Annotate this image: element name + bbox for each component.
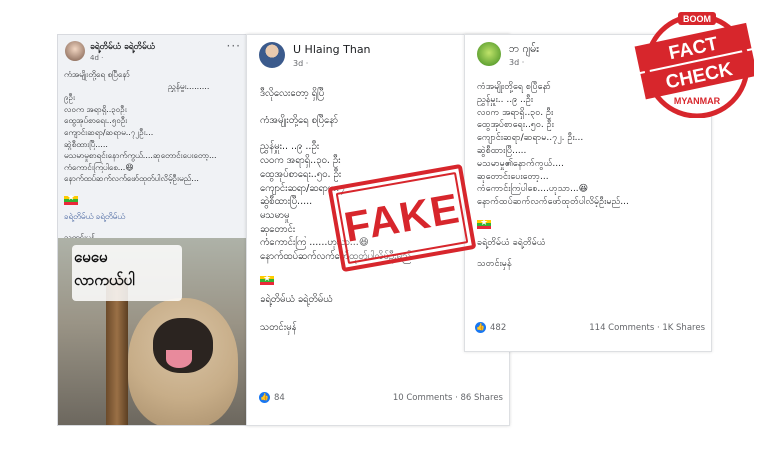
badge-myanmar-text: MYANMAR <box>674 96 721 106</box>
post-footer-text: သတင်းမှန် <box>477 258 512 269</box>
like-count[interactable]: 84 <box>274 393 285 403</box>
post-line: ကျောင်းဆရာ/ဆရာမ..၇၂ဦး... <box>64 127 154 137</box>
post-line: ကျောင်းဆရာ/ဆရာမ..၇၂. ဦး... <box>477 133 584 144</box>
like-icon[interactable]: 👍 <box>475 322 486 333</box>
post-line: ထွေအုပ်စာရေး..၅၀ဦး <box>64 116 128 126</box>
fake-stamp-text: FAKE <box>340 184 464 251</box>
post-line: နောက်ထပ်ဆက်လက်ဖော်ထုတ်ပါလိမ့်ဦးမည်... <box>477 197 629 208</box>
facebook-post-left: ခရဲ့တိမ်ယံ ခရဲ့တိမ်ယံ 4d · ··· ကံအမျိုးတ… <box>57 34 248 426</box>
post-time[interactable]: 3d · <box>293 59 308 68</box>
post-line: ညွှန်မှူး......... <box>168 81 210 91</box>
post-line: မသမာမှုစာရင်းနောက်ကွယ်....ဆုတောင်းပေးတော… <box>64 151 217 161</box>
comments-shares[interactable]: 10 Comments · 86 Shares <box>393 393 503 403</box>
meme-photo[interactable]: မေမေ လာကယ်ပါ <box>58 238 247 425</box>
post-line: ကံအမျိုးတို့ရေ စပြီနော် <box>64 70 130 79</box>
post-line: ၉ဦး <box>64 93 75 103</box>
badge-boom-text: BOOM <box>683 14 711 24</box>
pug-tongue-shape <box>166 350 192 368</box>
post-stats: 👍 482 114 Comments · 1K Shares <box>475 322 705 333</box>
post-line: နောက်ထပ်ဆက်လက်ဖော်ထုတ်ပါလိမ့်ဦးမည်... <box>64 174 199 184</box>
author-name[interactable]: ခရဲ့တိမ်ယံ ခရဲ့တိမ်ယံ <box>90 42 155 54</box>
post-line: မသမာမှု၏နောက်ကွယ်.... <box>477 158 564 169</box>
flag-icon <box>58 195 247 207</box>
author-avatar[interactable] <box>259 42 285 68</box>
post-signature[interactable]: ခရဲ့တိမ်ယံ ခရဲ့တိမ်ယံ <box>465 237 711 250</box>
author-avatar[interactable] <box>477 42 501 66</box>
post-stats: 👍 84 10 Comments · 86 Shares <box>259 392 503 403</box>
comments-shares[interactable]: 114 Comments · 1K Shares <box>589 323 705 333</box>
post-body: ကံအမျိုးတို့ရေ စပြီနော် ညွှန်မှူး.......… <box>58 69 247 244</box>
more-options-icon[interactable]: ··· <box>227 39 241 53</box>
post-line: ကံကောင်းကြပါစေ...😆 <box>64 162 134 172</box>
post-line: ဆုတောင်းပေးတော့... <box>477 171 549 182</box>
flag-icon <box>465 219 711 232</box>
post-line: ထွေအုပ်စာရေး..၅၀. ဦး <box>477 120 554 131</box>
meme-caption-line2: လာကယ်ပါ <box>74 271 135 289</box>
boom-fact-check-badge: BOOM FACT CHECK MYANMAR <box>634 12 754 118</box>
like-icon[interactable]: 👍 <box>259 392 270 403</box>
post-signature[interactable]: ခရဲ့တိမ်ယံ ခရဲ့တိမ်ယံ <box>58 211 247 223</box>
author-avatar[interactable] <box>65 41 85 61</box>
like-count[interactable]: 482 <box>490 323 506 333</box>
post-time[interactable]: 3d · <box>509 58 524 67</box>
post-line: ဆွဲစီထားပြီ..... <box>477 145 527 156</box>
meme-caption-line1: မေမေ <box>74 248 108 266</box>
post-line: ကံကောင်းကြပါစေ....ဟုသာ...😆 <box>477 184 589 195</box>
post-line: လဝက အရာရှိ..၃၀ဦး <box>64 104 127 114</box>
post-line: ဆွဲစီထားပြီ..... <box>64 139 108 149</box>
post-time[interactable]: 4d · <box>90 54 103 62</box>
author-name[interactable]: ဘ ဂျမ်း <box>509 43 539 58</box>
author-name[interactable]: U Hlaing Than <box>293 43 371 56</box>
